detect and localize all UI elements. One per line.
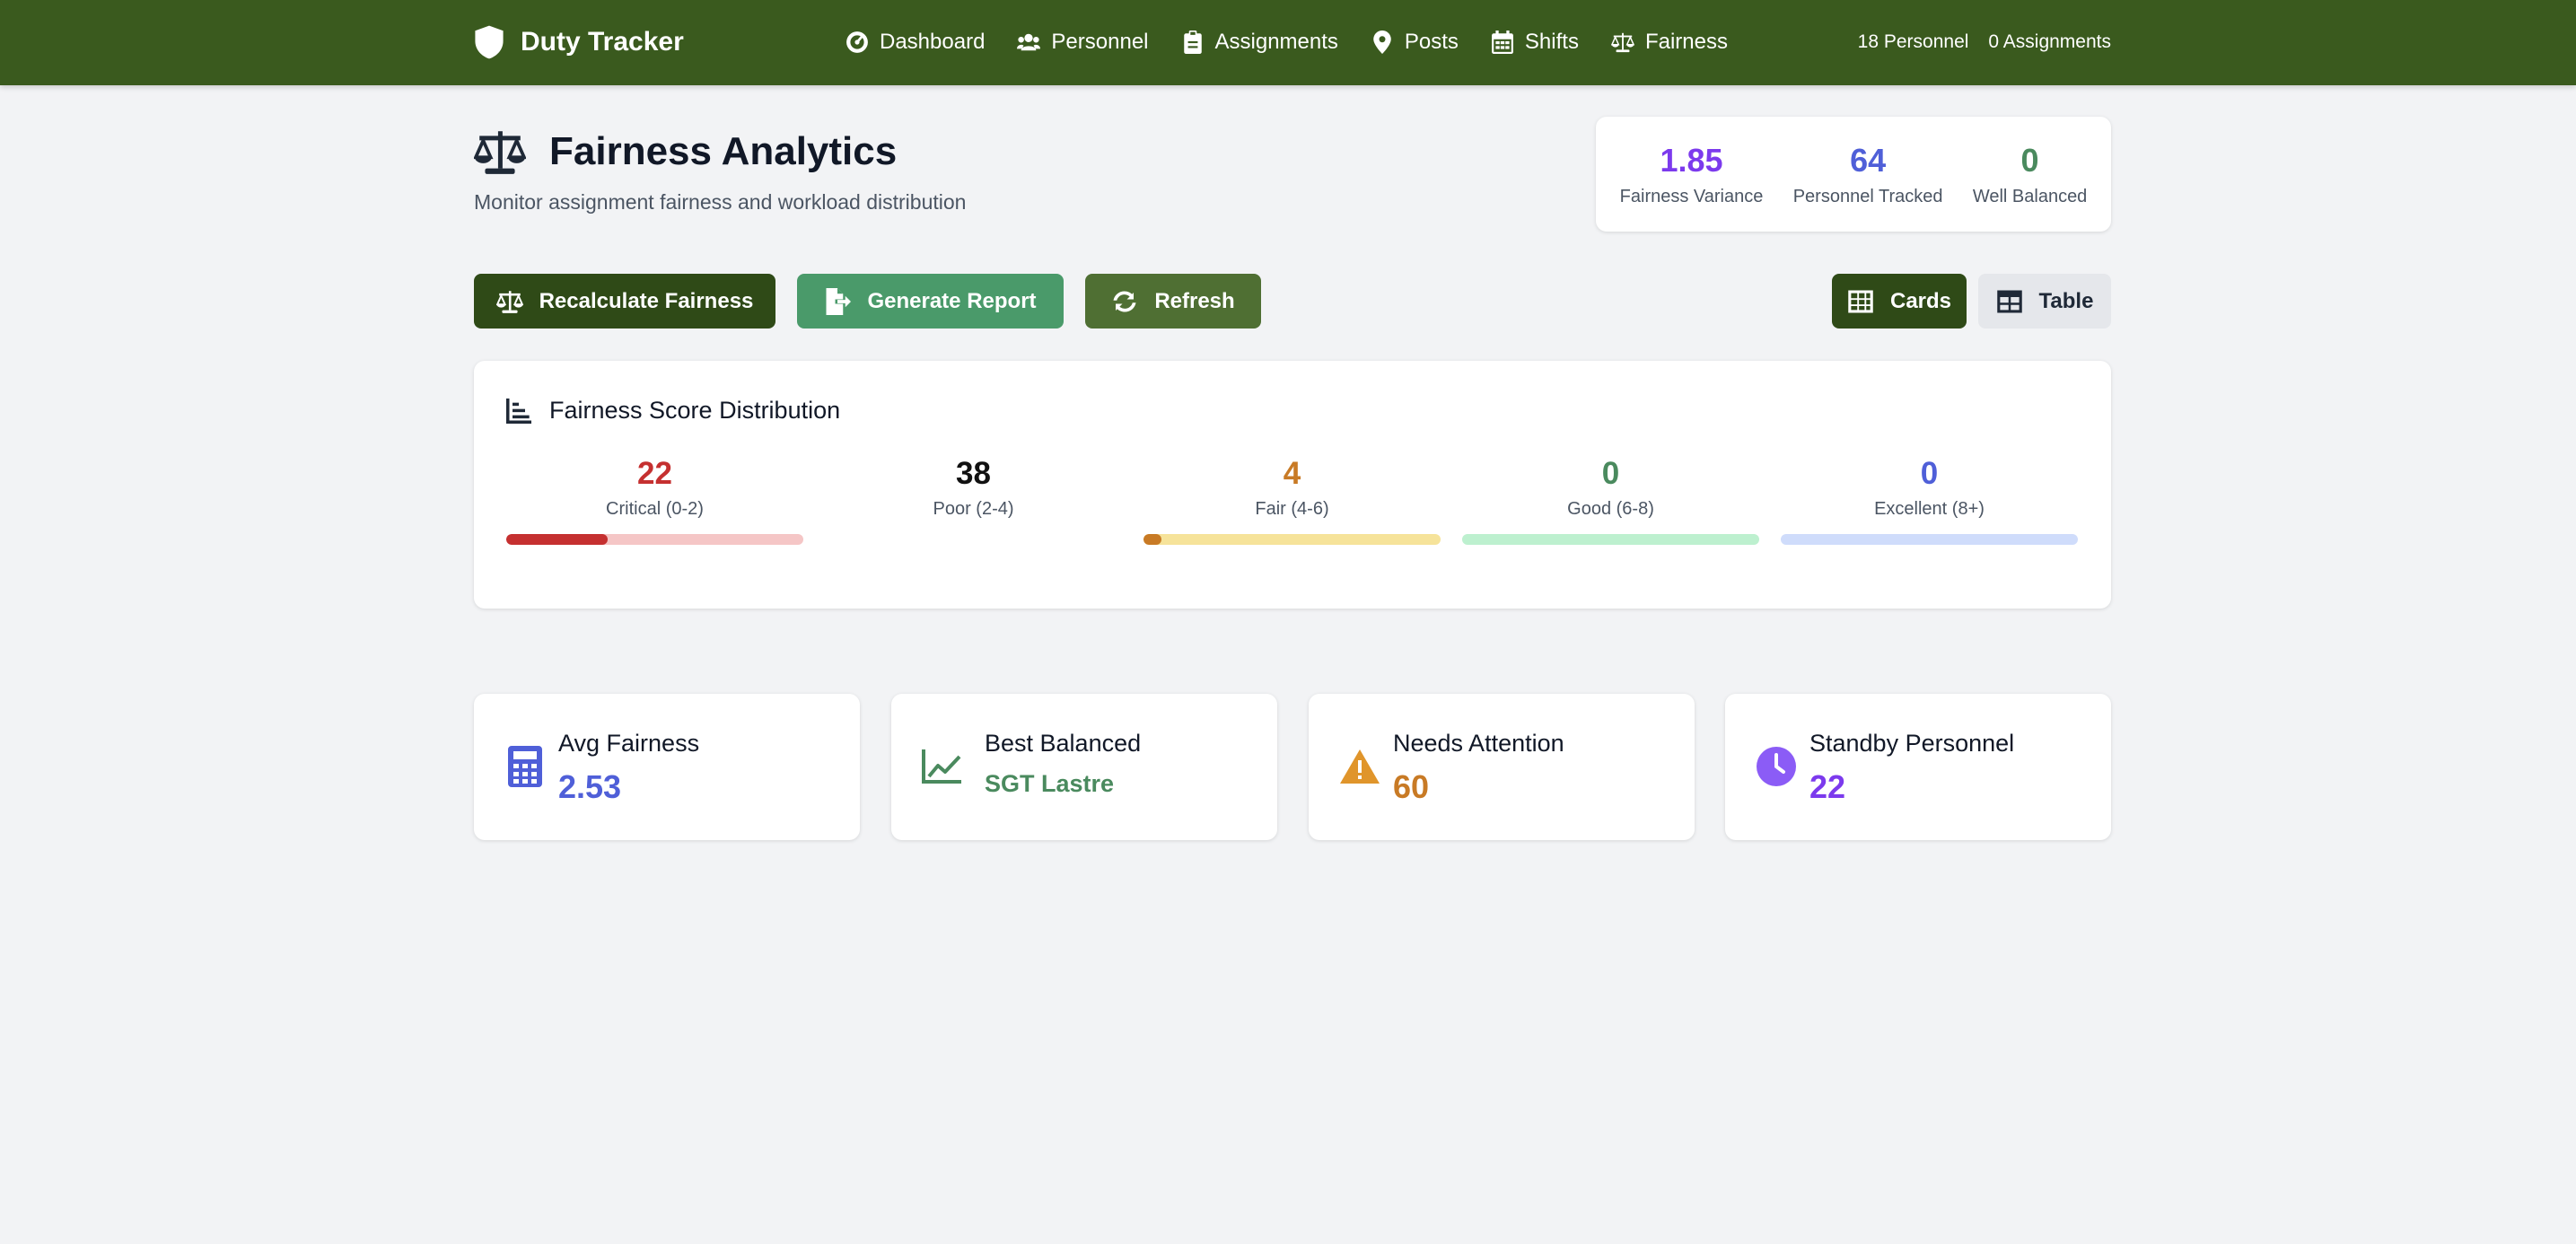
nav-link-label: Shifts	[1524, 30, 1579, 54]
bucket-progress-track	[1143, 534, 1441, 545]
clock-icon	[1757, 747, 1796, 786]
map-pin-icon	[1373, 31, 1391, 54]
button-label: Cards	[1889, 288, 1952, 313]
stat-value: 60	[1393, 768, 1430, 805]
summary-label: Personnel Tracked	[1792, 186, 1943, 206]
shield-icon	[475, 25, 504, 59]
bucket-label: Good (6-8)	[1567, 499, 1654, 519]
bucket-count: 22	[637, 456, 672, 491]
summary-value: 0	[2020, 141, 2039, 179]
refresh-button[interactable]: Refresh	[1085, 274, 1261, 329]
bucket-count: 0	[1920, 456, 1939, 491]
bucket-progress-track	[1781, 534, 2078, 545]
stat-value: 22	[1809, 768, 1846, 805]
bucket-label: Critical (0-2)	[606, 499, 704, 519]
nav-stats: 18 Personnel 0 Assignments	[1858, 23, 2111, 61]
summary-value: 1.85	[1660, 141, 1723, 179]
calculator-icon	[508, 746, 542, 787]
line-chart-icon	[922, 749, 961, 784]
page-subtitle: Monitor assignment fairness and workload…	[474, 190, 967, 214]
users-icon	[1017, 33, 1041, 51]
bucket-label: Poor (2-4)	[933, 499, 1014, 519]
nav-link-label: Posts	[1404, 30, 1459, 54]
distribution-title: Fairness Score Distribution	[506, 397, 840, 425]
nav-link-label: Fairness	[1644, 30, 1728, 54]
nav-link-dashboard[interactable]: Dashboard	[846, 30, 985, 55]
button-label: Generate Report	[867, 288, 1037, 313]
button-label: Recalculate Fairness	[539, 288, 754, 313]
stat-label: Needs Attention	[1393, 730, 1564, 757]
page-header: Fairness Analytics Monitor assignment fa…	[474, 129, 966, 215]
distribution-bucket: 4 Fair (4-6)	[1143, 456, 1441, 545]
bucket-label: Fair (4-6)	[1255, 499, 1329, 519]
summary-well-balanced: 0 Well Balanced	[1973, 142, 2087, 207]
fairness-distribution-card: Fairness Score Distribution 22 Critical (…	[474, 361, 2111, 609]
distribution-grid: 22 Critical (0-2) 38 Poor (2-4) 4 Fair (4-6) 0…	[506, 456, 2079, 545]
personnel-count: 18 Personnel	[1857, 31, 1969, 52]
scale-icon	[474, 131, 526, 174]
stat-card-needs-attention: Needs Attention 60	[1309, 694, 1695, 840]
stat-value: SGT Lastre	[985, 770, 1115, 797]
bucket-progress-fill	[506, 534, 608, 545]
summary-label: Well Balanced	[1972, 186, 2088, 206]
clipboard-icon	[1183, 31, 1202, 54]
distribution-title-text: Fairness Score Distribution	[549, 397, 841, 424]
button-label: Table	[2038, 288, 2094, 313]
summary-label: Fairness Variance	[1619, 186, 1764, 206]
bucket-label: Excellent (8+)	[1874, 499, 1985, 519]
distribution-bucket: 22 Critical (0-2)	[506, 456, 803, 545]
table-icon	[1996, 290, 2022, 312]
nav-link-shifts[interactable]: Shifts	[1491, 30, 1579, 55]
nav-link-posts[interactable]: Posts	[1371, 30, 1459, 55]
distribution-bucket: 0 Excellent (8+)	[1781, 456, 2078, 545]
summary-value: 64	[1850, 141, 1887, 179]
bucket-progress-track	[1462, 534, 1759, 545]
cards-view-button[interactable]: Cards	[1832, 274, 1967, 329]
stat-label: Avg Fairness	[558, 730, 700, 757]
grid-icon	[1848, 290, 1873, 312]
bucket-progress-track	[825, 534, 1122, 545]
gauge-icon	[846, 31, 868, 53]
bucket-progress-track	[506, 534, 803, 545]
nav-link-assignments[interactable]: Assignments	[1181, 30, 1338, 55]
bucket-count: 4	[1283, 456, 1301, 491]
nav-link-fairness[interactable]: Fairness	[1610, 30, 1728, 55]
brand[interactable]: Duty Tracker	[474, 23, 684, 61]
stat-card-best-balanced: Best Balanced SGT Lastre	[891, 694, 1277, 840]
stat-label: Standby Personnel	[1809, 730, 2015, 757]
nav-links: Dashboard Personnel Assignments Posts Sh…	[846, 23, 1728, 61]
table-view-button[interactable]: Table	[1978, 274, 2111, 329]
scale-icon	[495, 290, 523, 313]
stat-card-standby-personnel: Standby Personnel 22	[1725, 694, 2111, 840]
calendar-icon	[1492, 31, 1513, 54]
recalculate-fairness-button[interactable]: Recalculate Fairness	[474, 274, 775, 329]
distribution-bucket: 38 Poor (2-4)	[825, 456, 1122, 545]
generate-report-button[interactable]: Generate Report	[797, 274, 1064, 329]
stat-value: 2.53	[558, 768, 622, 805]
bucket-count: 0	[1601, 456, 1620, 491]
stat-label: Best Balanced	[985, 730, 1142, 757]
page-title: Fairness Analytics	[549, 129, 898, 173]
bucket-count: 38	[956, 456, 991, 491]
refresh-icon	[1113, 290, 1136, 312]
nav-link-label: Dashboard	[880, 30, 986, 54]
summary-card: 1.85 Fairness Variance 64 Personnel Trac…	[1596, 117, 2111, 232]
nav-link-label: Personnel	[1051, 30, 1149, 54]
nav-link-label: Assignments	[1214, 30, 1338, 54]
file-export-icon	[826, 287, 852, 315]
brand-name: Duty Tracker	[521, 27, 684, 57]
nav-link-personnel[interactable]: Personnel	[1017, 30, 1149, 55]
summary-fairness-variance: 1.85 Fairness Variance	[1620, 142, 1764, 207]
assignments-count: 0 Assignments	[1988, 31, 2111, 52]
scale-icon	[1610, 32, 1634, 53]
top-navbar: Duty Tracker Dashboard Personnel Assignm…	[0, 0, 2576, 85]
button-label: Refresh	[1154, 288, 1235, 313]
bar-chart-icon	[506, 398, 531, 424]
warning-icon	[1340, 749, 1380, 784]
summary-personnel-tracked: 64 Personnel Tracked	[1793, 142, 1943, 207]
distribution-bucket: 0 Good (6-8)	[1462, 456, 1759, 545]
bucket-progress-fill	[1143, 534, 1161, 545]
stat-card-avg-fairness: Avg Fairness 2.53	[474, 694, 860, 840]
